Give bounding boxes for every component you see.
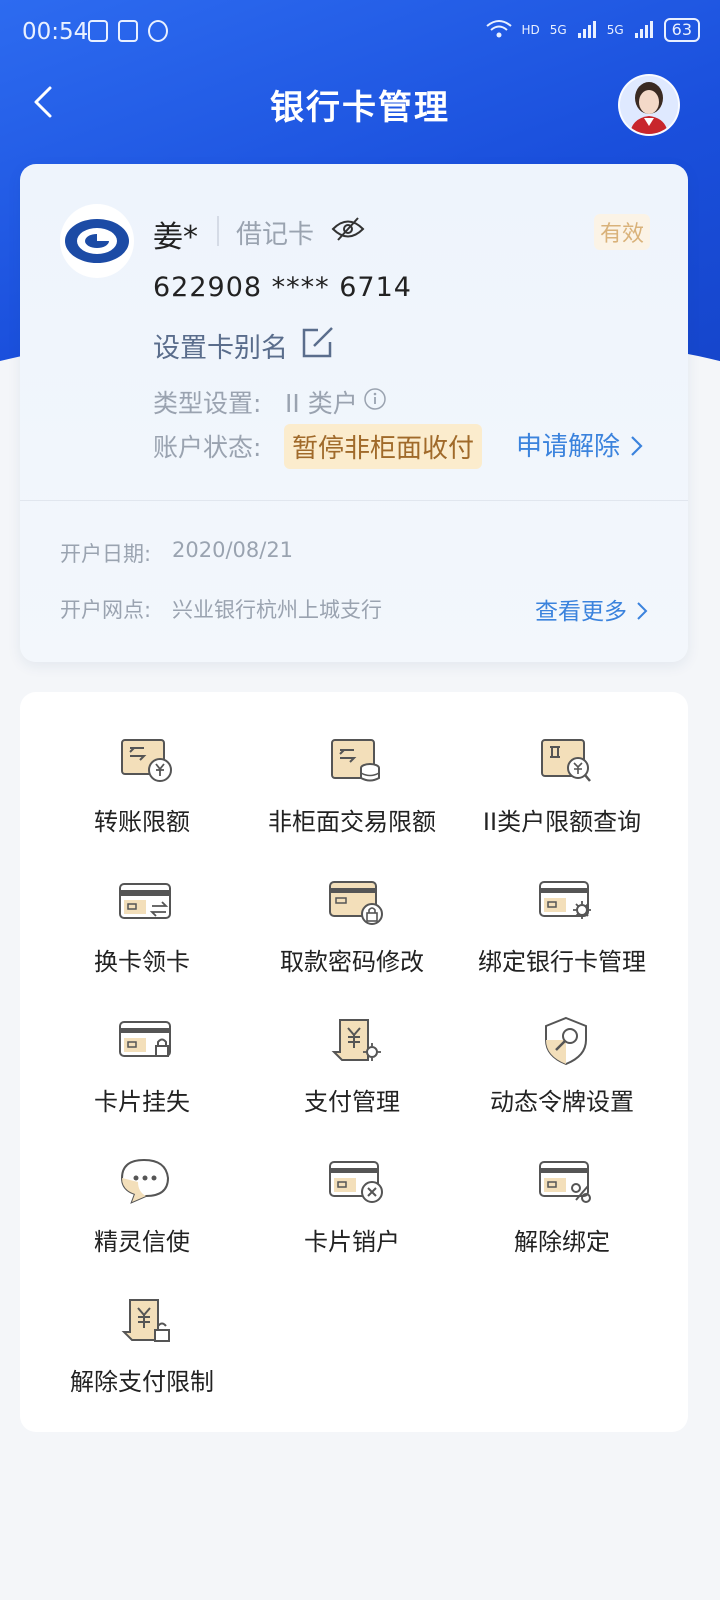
class-ii-limit-query-icon	[538, 736, 594, 788]
open-date-label: 开户日期:	[60, 542, 152, 566]
function-item-bound-card-settings[interactable]: 绑定银行卡管理	[452, 832, 672, 976]
pin-change-icon	[328, 876, 384, 928]
payment-unlock-icon	[118, 1296, 174, 1348]
function-item-payment-settings[interactable]: 支付管理	[242, 972, 462, 1116]
card-type: 借记卡	[236, 220, 315, 250]
vpn-notification-icon	[148, 20, 168, 42]
function-item-card-close[interactable]: 卡片销户	[242, 1112, 462, 1256]
function-label: 解除绑定	[514, 1228, 610, 1256]
bank-logo	[60, 204, 134, 278]
function-label: 卡片销户	[304, 1228, 400, 1256]
apply-release-link[interactable]: 申请解除	[516, 426, 644, 463]
function-item-pin-change[interactable]: 取款密码修改	[242, 832, 462, 976]
card-close-icon	[328, 1156, 384, 1208]
signal-bars-1-icon	[577, 19, 597, 42]
type-setting-value: II 类户	[285, 389, 358, 418]
transfer-limit-icon	[118, 736, 174, 788]
function-item-non-counter-limit[interactable]: 非柜面交易限额	[242, 692, 462, 836]
view-more-link[interactable]: 查看更多	[535, 592, 650, 626]
function-label: 解除支付限制	[70, 1368, 214, 1396]
chevron-right-icon	[631, 436, 643, 456]
function-item-transfer-limit[interactable]: 转账限额	[32, 692, 252, 836]
status-time: 00:54	[22, 19, 89, 45]
hd-indicator: HD	[521, 23, 540, 37]
status-bar: 00:54 HD 5G 5G 63	[0, 0, 720, 64]
status-right: HD 5G 5G 63	[485, 18, 700, 42]
status-notification-icons	[88, 20, 168, 42]
battery-indicator: 63	[663, 18, 700, 42]
info-icon[interactable]	[363, 387, 387, 411]
card-divider	[20, 500, 688, 501]
chat-bubble-icon	[118, 1156, 174, 1208]
edit-icon[interactable]	[300, 324, 336, 360]
payment-settings-icon	[328, 1016, 384, 1068]
branch-value: 兴业银行杭州上城支行	[172, 598, 382, 622]
account-state-label: 账户状态:	[153, 433, 262, 462]
non-counter-limit-icon	[328, 736, 384, 788]
eye-off-icon[interactable]	[330, 214, 366, 244]
function-item-card-exchange[interactable]: 换卡领卡	[32, 832, 252, 976]
apply-release-label: 申请解除	[516, 432, 621, 462]
navigation-bar: 银行卡管理	[0, 64, 720, 144]
assistant-avatar[interactable]	[618, 74, 680, 136]
type-setting-label: 类型设置:	[153, 389, 262, 418]
page-title: 银行卡管理	[270, 88, 450, 128]
wifi-icon	[485, 19, 512, 42]
open-date-value: 2020/08/21	[172, 538, 294, 562]
card-holder-name: 姜*	[153, 220, 198, 255]
card-number: 622908 **** 6714	[153, 272, 412, 303]
function-item-class-ii-limit-query[interactable]: II类户限额查询	[452, 692, 672, 836]
function-item-card-lock[interactable]: 卡片挂失	[32, 972, 252, 1116]
token-shield-icon	[538, 1016, 594, 1068]
bank-card-panel: 姜* 借记卡 有效 622908 **** 6714 设置卡别名 类型设置: I…	[20, 164, 688, 662]
signal-label-2: 5G	[606, 23, 624, 37]
card-lock-icon	[118, 1016, 174, 1068]
function-grid: 转账限额 非柜面交易限额 II类户限额查询 换卡领卡 取款密码修改 绑定银行卡管…	[20, 692, 688, 1432]
chevron-right-icon	[637, 602, 648, 620]
account-state-badge: 暂停非柜面收付	[284, 424, 483, 469]
separator	[217, 216, 219, 246]
function-item-payment-unlock[interactable]: 解除支付限制	[32, 1252, 252, 1396]
image-notification-icon	[88, 20, 108, 42]
branch-label: 开户网点:	[60, 598, 152, 622]
sim-notification-icon	[118, 20, 138, 42]
function-item-token-settings[interactable]: 动态令牌设置	[452, 972, 672, 1116]
bound-card-settings-icon	[538, 876, 594, 928]
function-item-genie-messenger[interactable]: 精灵信使	[32, 1112, 252, 1256]
signal-bars-2-icon	[634, 19, 654, 42]
unbind-card-icon	[538, 1156, 594, 1208]
set-alias-link[interactable]: 设置卡别名	[153, 326, 288, 365]
function-item-unbind[interactable]: 解除绑定	[452, 1112, 672, 1256]
signal-label-1: 5G	[549, 23, 567, 37]
status-badge: 有效	[594, 214, 651, 250]
card-exchange-icon	[118, 876, 174, 928]
view-more-label: 查看更多	[535, 599, 627, 625]
